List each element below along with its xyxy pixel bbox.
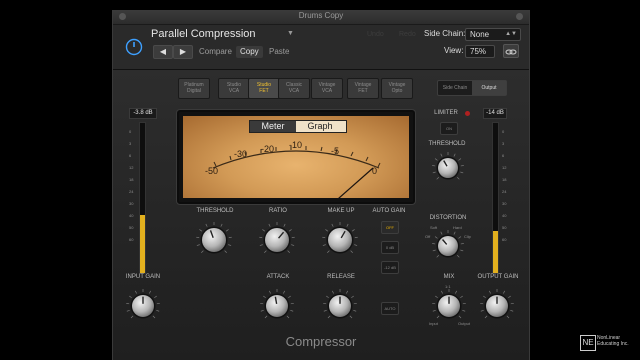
chevron-updown-icon: ▲▼ [505,31,517,37]
scale-label: -10 [289,140,303,150]
sidechain-select[interactable]: None ▲▼ [465,28,521,41]
view-select[interactable]: 75% [465,45,495,58]
limiter-label: LIMITER [434,110,458,116]
attack-label: ATTACK [266,274,290,280]
distortion-knob[interactable] [430,228,466,264]
threshold-knob[interactable] [194,220,234,260]
model-button[interactable]: Vintage Opto [381,78,413,99]
view-value: 75% [470,47,487,56]
preset-dropdown-icon[interactable]: ▼ [287,30,294,37]
compressor-panel: Platinum Digital Studio VCA Studio FET Classic… [113,70,529,360]
window-title: Drums Copy [298,11,344,20]
input-gain-label: INPUT GAIN [125,274,161,280]
scale-label: -50 [205,166,219,176]
autogain-minus12db-button[interactable]: -12 dB [381,261,399,274]
threshold-label: THRESHOLD [196,208,234,214]
vu-needle [338,167,374,198]
vu-meter-scale [212,146,381,198]
compare-button[interactable]: Compare [195,46,236,58]
plugin-name: Compressor [285,334,357,349]
limiter-on-button[interactable]: ON [440,122,458,135]
sidechain-label: Side Chain: [424,29,466,38]
plugin-header: Parallel Compression ▼ ◀ ▶ Compare Copy … [113,25,529,70]
input-meter-scale: 0 3 6 12 18 24 30 40 50 60 [129,129,134,242]
paste-button[interactable]: Paste [265,46,293,58]
scale-label: -5 [331,146,340,156]
previous-preset-button[interactable]: ◀ [153,45,173,59]
output-gain-label: OUTPUT GAIN [477,274,519,280]
auto-release-button[interactable]: AUTO [381,302,399,315]
input-level-meter [139,122,146,274]
model-button[interactable]: Vintage FET [347,78,379,99]
output-source-toggle[interactable]: Side Chain Output [437,80,507,96]
copy-button[interactable]: Copy [236,46,263,58]
input-level-fill [140,215,145,273]
redo-button[interactable]: Redo [399,31,416,38]
output-level-readout: -14 dB [483,108,507,119]
output-toggle-option[interactable]: Output [472,81,506,95]
model-button[interactable]: Studio FET [248,78,280,99]
vu-meter-face: Meter Graph -50 -30 -20 -10 -5 0 [183,116,409,198]
undo-button[interactable]: Undo [367,31,384,38]
watermark-line2: Educating Inc. [597,341,629,347]
model-button[interactable]: Classic VCA [278,78,310,99]
vu-meter: Meter Graph -50 -30 -20 -10 -5 0 [177,110,415,204]
title-bar: Drums Copy [113,10,529,25]
release-knob[interactable] [321,287,359,325]
makeup-knob[interactable] [320,220,360,260]
autogain-0db-button[interactable]: 0 dB [381,241,399,254]
scale-label: -20 [261,144,275,154]
model-button-line2: Digital [187,88,201,94]
ratio-label: RATIO [269,208,287,214]
plugin-window: Drums Copy Parallel Compression ▼ ◀ ▶ Co… [112,10,530,360]
autogain-off-button[interactable]: OFF [381,221,399,234]
preset-name[interactable]: Parallel Compression [151,28,291,42]
model-button[interactable]: Studio VCA [218,78,250,99]
scale-label: 0 [372,166,378,176]
limiter-threshold-label: THRESHOLD [428,141,466,147]
ne-logo-icon: NE [580,335,596,351]
makeup-label: MAKE UP [327,208,355,214]
link-icon[interactable] [503,44,519,58]
output-level-fill [493,231,498,273]
distortion-label: DISTORTION [429,215,467,221]
model-button-line2: FET [259,88,269,94]
watermark: NonLinear Educating Inc. [597,335,629,347]
model-button[interactable]: Vintage VCA [311,78,343,99]
next-preset-button[interactable]: ▶ [173,45,193,59]
attack-knob[interactable] [258,287,296,325]
mix-knob[interactable] [430,287,468,325]
sidechain-toggle-option[interactable]: Side Chain [438,81,472,95]
release-label: RELEASE [327,274,355,280]
model-button-line2: VCA [321,88,333,94]
limiter-threshold-knob[interactable] [430,150,466,186]
power-icon[interactable] [125,38,143,56]
view-label: View: [444,46,464,55]
input-level-readout: -3.8 dB [129,108,157,119]
output-gain-knob[interactable] [478,287,516,325]
model-button-line2: VCA [288,88,300,94]
model-button-line2: VCA [228,88,240,94]
sidechain-value: None [470,30,490,39]
input-gain-knob[interactable] [124,287,162,325]
model-button[interactable]: Platinum Digital [178,78,210,99]
limiter-indicator-icon [465,111,470,116]
output-level-meter [492,122,499,274]
model-button-line2: Opto [391,88,403,94]
model-button-line2: FET [358,88,368,94]
output-meter-scale: 0 3 6 12 18 24 30 40 50 60 [502,129,507,242]
autogain-label: AUTO GAIN [372,208,406,214]
mix-label: MIX [443,274,455,280]
ratio-knob[interactable] [257,220,297,260]
scale-label: -30 [234,149,248,159]
